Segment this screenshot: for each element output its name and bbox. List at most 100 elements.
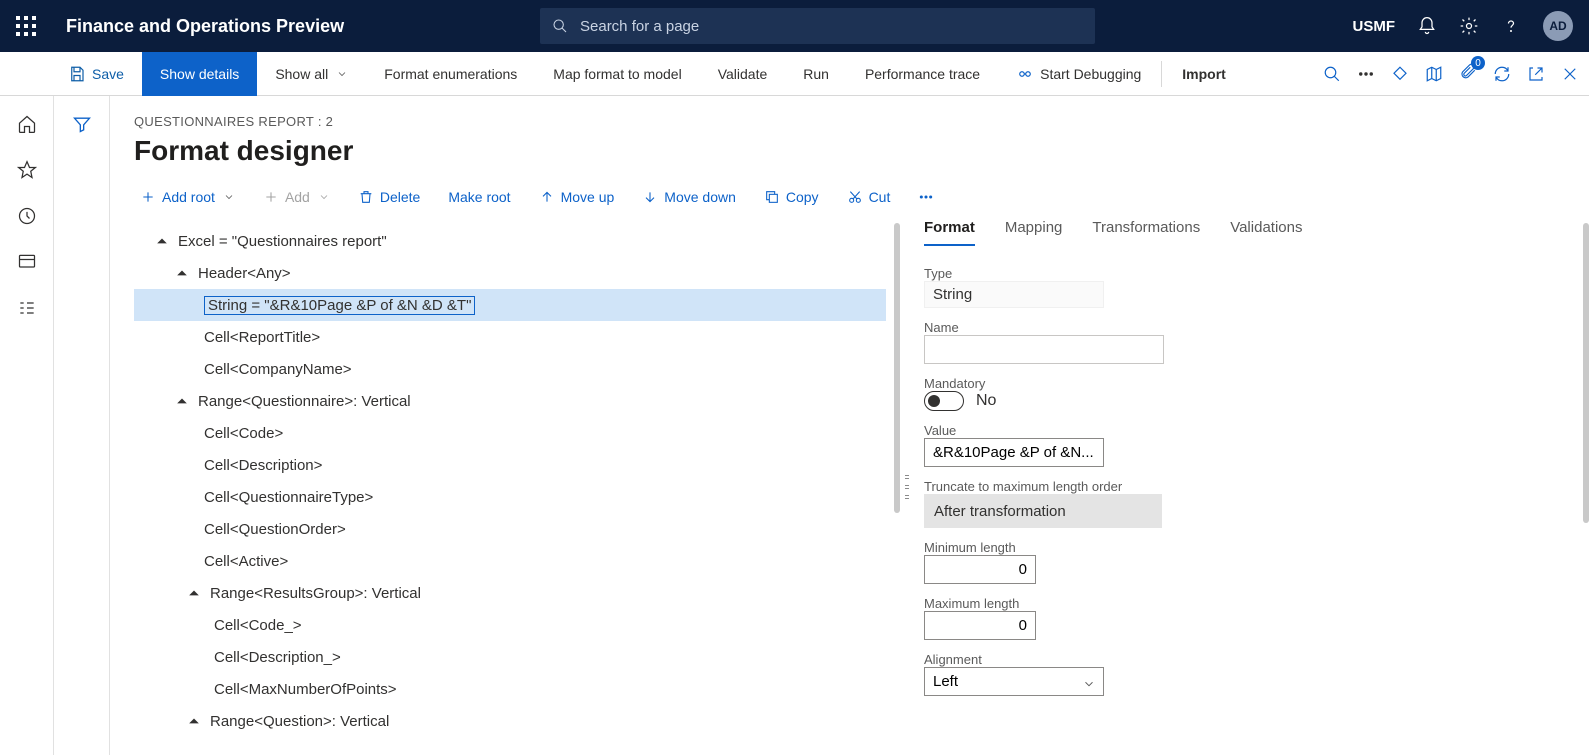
- tree-node[interactable]: Excel = "Questionnaires report": [134, 225, 886, 257]
- copy-button[interactable]: Copy: [758, 185, 825, 209]
- home-icon[interactable]: [17, 114, 37, 134]
- tree-column: Excel = "Questionnaires report" Header<A…: [110, 219, 900, 755]
- main-area: QUESTIONNAIRES REPORT : 2 Format designe…: [110, 96, 1589, 755]
- collapse-icon[interactable]: [174, 393, 190, 409]
- tree-node[interactable]: Cell<MaxNumberOfPoints>: [134, 673, 886, 705]
- overflow-icon[interactable]: [1357, 65, 1375, 83]
- page-header: QUESTIONNAIRES REPORT : 2 Format designe…: [110, 96, 1589, 167]
- min-length-input[interactable]: [924, 555, 1036, 584]
- import-button[interactable]: Import: [1164, 52, 1244, 96]
- value-label: Value: [924, 423, 1174, 438]
- chevron-down-icon: [223, 191, 235, 203]
- recent-icon[interactable]: [17, 206, 37, 226]
- show-all-button[interactable]: Show all: [257, 52, 366, 96]
- tree-node[interactable]: Cell<QuestionnaireType>: [134, 481, 886, 513]
- tree-node[interactable]: Header<Any>: [134, 257, 886, 289]
- gear-icon[interactable]: [1459, 16, 1479, 36]
- tree-node[interactable]: Range<Questionnaire>: Vertical: [134, 385, 886, 417]
- collapse-icon[interactable]: [154, 233, 170, 249]
- badge: 0: [1471, 56, 1485, 70]
- filter-pane: [54, 96, 110, 755]
- truncate-dropdown[interactable]: After transformation: [924, 494, 1162, 528]
- tab-mapping[interactable]: Mapping: [1005, 219, 1063, 246]
- start-debugging-button[interactable]: Start Debugging: [998, 52, 1159, 96]
- overflow-icon: [918, 189, 934, 205]
- refresh-icon[interactable]: [1493, 65, 1511, 83]
- tree-node[interactable]: Cell<Active>: [134, 545, 886, 577]
- delete-button[interactable]: Delete: [352, 185, 426, 209]
- add-root-button[interactable]: Add root: [134, 185, 241, 209]
- save-button[interactable]: Save: [54, 52, 142, 96]
- close-icon[interactable]: [1561, 65, 1579, 83]
- avatar[interactable]: AD: [1543, 11, 1573, 41]
- map-format-button[interactable]: Map format to model: [535, 52, 699, 96]
- move-up-button[interactable]: Move up: [533, 185, 621, 209]
- run-button[interactable]: Run: [785, 52, 847, 96]
- type-value: String: [924, 281, 1104, 308]
- filter-icon[interactable]: [72, 114, 92, 134]
- make-root-button[interactable]: Make root: [442, 185, 516, 209]
- collapse-icon[interactable]: [186, 585, 202, 601]
- attachments-button[interactable]: 0: [1459, 62, 1477, 85]
- props-tabs: Format Mapping Transformations Validatio…: [924, 219, 1559, 256]
- modules-icon[interactable]: [17, 298, 37, 318]
- tree-node[interactable]: Cell<Code_>: [134, 609, 886, 641]
- debug-icon: [1016, 65, 1034, 83]
- name-input[interactable]: [924, 335, 1164, 364]
- plus-icon: [263, 189, 279, 205]
- tree-node-selected[interactable]: String = "&R&10Page &P of &N &D &T": [134, 289, 886, 321]
- max-length-label: Maximum length: [924, 596, 1174, 611]
- format-enumerations-button[interactable]: Format enumerations: [366, 52, 535, 96]
- arrow-down-icon: [642, 189, 658, 205]
- validate-button[interactable]: Validate: [700, 52, 786, 96]
- plus-icon: [140, 189, 156, 205]
- tree-node[interactable]: Range<Question>: Vertical: [134, 705, 886, 737]
- value-input[interactable]: [924, 438, 1104, 467]
- waffle-button[interactable]: [0, 16, 52, 36]
- popout-icon[interactable]: [1527, 65, 1545, 83]
- show-details-button[interactable]: Show details: [142, 52, 257, 96]
- splitter[interactable]: [900, 219, 914, 755]
- performance-trace-button[interactable]: Performance trace: [847, 52, 998, 96]
- company-picker[interactable]: USMF: [1353, 18, 1396, 35]
- tree-node[interactable]: Range<ResultsGroup>: Vertical: [134, 577, 886, 609]
- tree-node[interactable]: Cell<ReportTitle>: [134, 321, 886, 353]
- bell-icon[interactable]: [1417, 16, 1437, 36]
- tab-transformations[interactable]: Transformations: [1092, 219, 1200, 246]
- tab-validations[interactable]: Validations: [1230, 219, 1302, 246]
- title-bar: Finance and Operations Preview Search fo…: [0, 0, 1589, 52]
- alignment-select[interactable]: [924, 667, 1104, 696]
- chevron-down-icon: [336, 68, 348, 80]
- attach-icon[interactable]: [1391, 65, 1409, 83]
- max-length-input[interactable]: [924, 611, 1036, 640]
- tree-scrollbar[interactable]: [894, 223, 900, 513]
- truncate-label: Truncate to maximum length order: [924, 479, 1174, 494]
- collapse-icon[interactable]: [186, 713, 202, 729]
- more-button[interactable]: [912, 185, 940, 209]
- star-icon[interactable]: [17, 160, 37, 180]
- search-placeholder: Search for a page: [580, 18, 699, 35]
- nav-rail: [0, 52, 54, 755]
- workspace-icon[interactable]: [17, 252, 37, 272]
- move-down-button[interactable]: Move down: [636, 185, 742, 209]
- name-label: Name: [924, 320, 1174, 335]
- props-scrollbar[interactable]: [1583, 223, 1589, 523]
- tree-node[interactable]: Cell<Description_>: [134, 641, 886, 673]
- collapse-icon[interactable]: [174, 265, 190, 281]
- search-box[interactable]: Search for a page: [540, 8, 1095, 44]
- cut-button[interactable]: Cut: [841, 185, 897, 209]
- search-action-icon[interactable]: [1323, 65, 1341, 83]
- properties-form: Type String Name Mandatory No Value: [924, 256, 1174, 696]
- tab-format[interactable]: Format: [924, 219, 975, 246]
- separator: [1161, 61, 1162, 87]
- tree-node[interactable]: Cell<CompanyName>: [134, 353, 886, 385]
- min-length-label: Minimum length: [924, 540, 1174, 555]
- format-tree[interactable]: Excel = "Questionnaires report" Header<A…: [134, 219, 900, 737]
- tree-node[interactable]: Cell<Code>: [134, 417, 886, 449]
- tree-node[interactable]: Cell<QuestionOrder>: [134, 513, 886, 545]
- mandatory-toggle[interactable]: [924, 391, 964, 411]
- map-icon[interactable]: [1425, 65, 1443, 83]
- tree-node[interactable]: Cell<Description>: [134, 449, 886, 481]
- title-bar-right: USMF AD: [1353, 11, 1589, 41]
- help-icon[interactable]: [1501, 16, 1521, 36]
